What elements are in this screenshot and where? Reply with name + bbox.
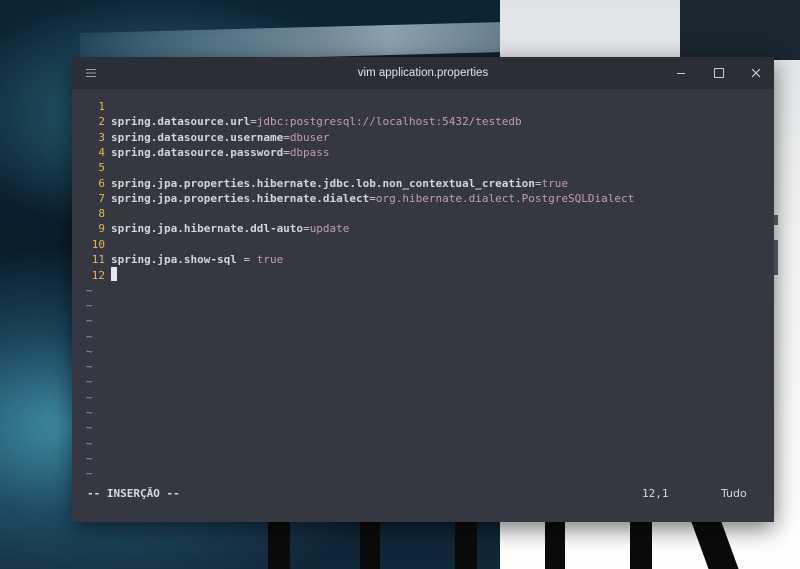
editor-line[interactable]: 4 spring.datasource.password=dbpass <box>72 145 330 160</box>
property-key: spring.jpa.show-sql <box>111 253 237 266</box>
editor-line[interactable]: 11 spring.jpa.show-sql = true <box>72 252 283 267</box>
empty-line-marker: ~ <box>86 314 93 328</box>
vim-mode-indicator: -- INSERÇÃO -- <box>87 487 180 500</box>
line-number: 2 <box>98 115 105 129</box>
empty-line-marker: ~ <box>86 406 93 419</box>
property-key: spring.datasource.url <box>111 115 251 129</box>
editor-line[interactable]: 7 spring.jpa.properties.hibernate.dialect… <box>72 191 634 206</box>
empty-line-marker: ~ <box>86 375 93 389</box>
empty-line-marker: ~ <box>86 390 93 404</box>
empty-line-marker: ~ <box>86 436 93 450</box>
line-number: 11 <box>91 253 105 266</box>
editor-line[interactable]: 2 spring.datasource.url=jdbc:postgresql:/… <box>72 114 522 129</box>
property-separator: = <box>236 253 257 266</box>
property-separator: = <box>283 130 290 144</box>
property-value: true <box>541 176 568 190</box>
property-value: dbuser <box>289 130 330 144</box>
empty-line-marker: ~ <box>86 298 93 312</box>
empty-line-marker: ~ <box>86 329 93 343</box>
property-separator: = <box>303 222 310 236</box>
empty-line-marker: ~ <box>86 283 93 297</box>
empty-line-marker: ~ <box>86 421 93 435</box>
window-titlebar[interactable]: vim application.properties <box>72 57 774 89</box>
text-cursor <box>111 267 117 282</box>
empty-line-marker: ~ <box>86 360 93 374</box>
property-value: update <box>309 222 350 236</box>
property-value: true <box>256 253 284 266</box>
line-number: 6 <box>98 176 105 190</box>
line-number: 5 <box>98 161 105 175</box>
property-key: spring.jpa.properties.hibernate.jdbc.lob… <box>111 176 535 190</box>
property-value: jdbc:postgresql://localhost:5432/testedb <box>256 115 522 129</box>
close-icon <box>751 68 761 78</box>
terminal-window: vim application.properties 1 2 spring.data… <box>72 57 774 522</box>
minimize-icon <box>677 73 685 74</box>
line-number: 10 <box>91 237 105 251</box>
line-number: 12 <box>91 269 105 283</box>
line-number: 3 <box>98 130 105 144</box>
line-number: 1 <box>98 100 105 113</box>
editor-line[interactable]: 8 <box>72 206 111 221</box>
vim-statusbar: -- INSERÇÃO -- 12,1 Tudo <box>72 485 774 503</box>
editor-line[interactable]: 12 <box>72 267 117 282</box>
line-number: 9 <box>98 222 105 236</box>
vim-editor[interactable]: 1 2 spring.datasource.url=jdbc:postgresql:… <box>72 89 774 522</box>
property-separator: = <box>369 191 376 205</box>
editor-line[interactable]: 3 spring.datasource.username=dbuser <box>72 130 330 145</box>
editor-line[interactable]: 9 spring.jpa.hibernate.ddl-auto=update <box>72 221 349 236</box>
editor-line[interactable]: 1 <box>72 99 111 114</box>
scroll-position: Tudo <box>721 487 747 500</box>
window-title: vim application.properties <box>357 67 489 79</box>
property-value: org.hibernate.dialect.PostgreSQLDialect <box>375 191 635 205</box>
editor-line[interactable]: 10 <box>72 237 111 252</box>
editor-line[interactable]: 5 <box>72 160 111 175</box>
property-key: spring.datasource.username <box>111 130 284 144</box>
empty-line-marker: ~ <box>86 467 93 481</box>
editor-line[interactable]: 6 spring.jpa.properties.hibernate.jdbc.lo… <box>72 176 568 191</box>
line-number: 7 <box>98 191 105 205</box>
line-number: 4 <box>98 145 105 159</box>
empty-line-marker: ~ <box>86 344 93 358</box>
cursor-position: 12,1 <box>642 487 669 500</box>
maximize-icon <box>714 68 724 78</box>
minimize-button[interactable] <box>670 62 692 84</box>
empty-line-marker: ~ <box>86 451 93 465</box>
property-value: dbpass <box>289 145 330 159</box>
close-button[interactable] <box>745 62 767 84</box>
property-key: spring.jpa.hibernate.ddl-auto <box>111 222 304 236</box>
property-separator: = <box>250 115 257 129</box>
property-separator: = <box>283 145 290 159</box>
property-key: spring.jpa.properties.hibernate.dialect <box>111 191 370 205</box>
property-key: spring.datasource.password <box>111 145 284 159</box>
maximize-button[interactable] <box>708 62 730 84</box>
line-number: 8 <box>98 207 105 221</box>
